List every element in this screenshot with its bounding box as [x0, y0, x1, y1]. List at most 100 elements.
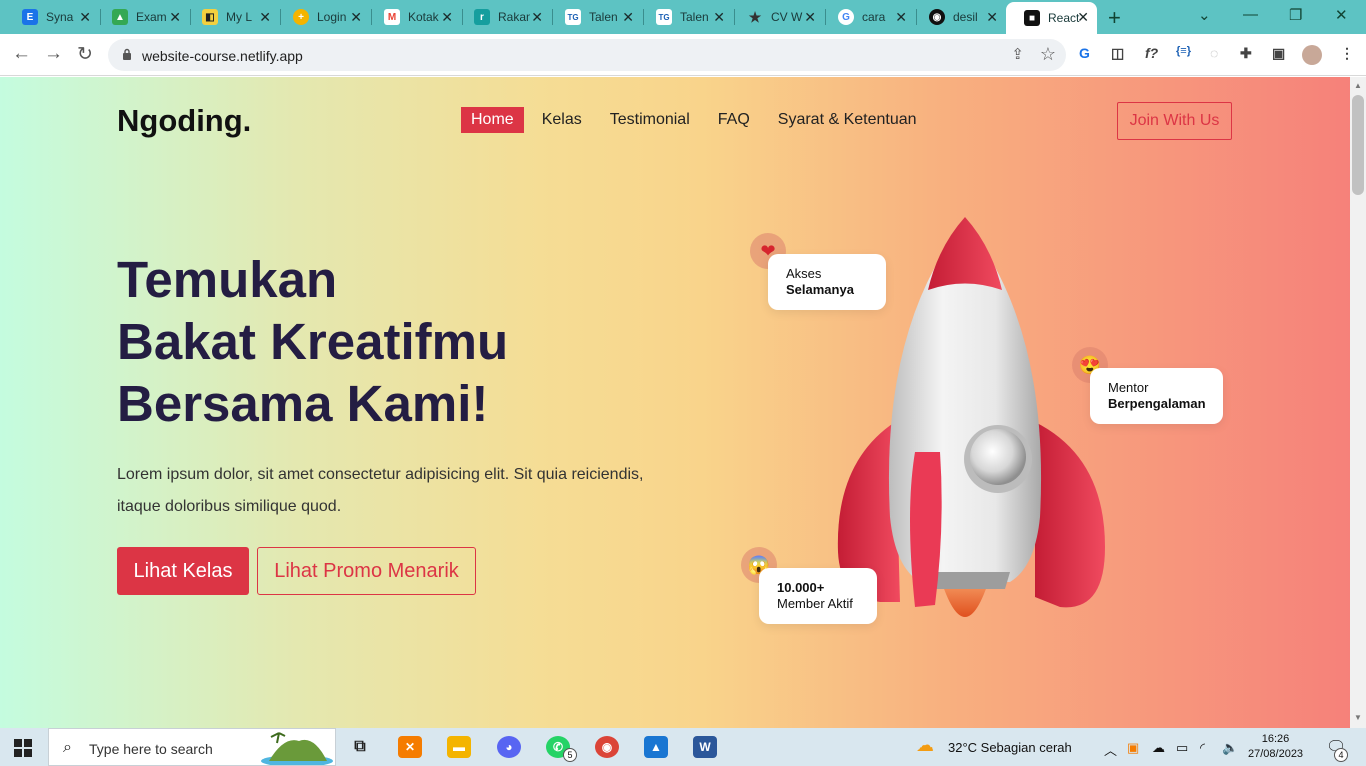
close-icon[interactable]: ✕ [79, 9, 91, 26]
json-viewer-icon[interactable]: {≡} [1176, 45, 1191, 57]
window-close-icon[interactable]: ✕ [1335, 6, 1348, 24]
task-view-icon[interactable]: ⧉ [348, 736, 372, 758]
back-icon[interactable]: ← [12, 43, 31, 65]
nav-testimonial[interactable]: Testimonial [610, 111, 690, 129]
browser-tab[interactable]: + Login ✕ [275, 2, 370, 32]
tab-title: My L [226, 10, 253, 24]
browser-tab-strip: E Syna ✕ ▲ Exam ✕ ◧ My L ✕ + Login ✕ M K… [0, 0, 1366, 34]
tab-title: React [1048, 11, 1080, 25]
forward-icon[interactable]: → [44, 43, 63, 65]
react-app-icon: ■ [1024, 10, 1040, 26]
google-icon: G [838, 9, 854, 25]
scroll-up-icon[interactable]: ▲ [1354, 81, 1362, 90]
close-icon[interactable]: ✕ [169, 9, 181, 26]
tab-title: Talen [680, 10, 709, 24]
close-icon[interactable]: ✕ [622, 9, 634, 26]
close-icon[interactable]: ✕ [895, 9, 907, 26]
browser-tab[interactable]: TG Talen ✕ [638, 2, 733, 32]
close-icon[interactable]: ✕ [350, 9, 362, 26]
browser-tab[interactable]: E Syna ✕ [4, 2, 99, 32]
nav-kelas[interactable]: Kelas [542, 111, 582, 129]
close-icon[interactable]: ✕ [441, 9, 453, 26]
browser-tab[interactable]: TG Talen ✕ [547, 2, 642, 32]
badge-member-aktif: 10.000+ Member Aktif [759, 568, 877, 624]
scrollbar-thumb[interactable] [1352, 95, 1364, 195]
menu-kebab-icon[interactable]: ⋮ [1340, 45, 1354, 62]
github-icon: ◉ [929, 9, 945, 25]
chrome-icon[interactable]: ◉ [595, 736, 619, 758]
word-icon[interactable]: W [693, 736, 717, 758]
hero-title: Temukan Bakat Kreatifmu Bersama Kami! [117, 249, 508, 435]
browser-tab[interactable]: r Rakam ✕ [456, 2, 551, 32]
scroll-down-icon[interactable]: ▼ [1354, 713, 1362, 722]
hero-title-line: Temukan [117, 251, 338, 308]
talent-icon: TG [656, 9, 672, 25]
close-icon[interactable]: ✕ [1077, 9, 1089, 26]
browser-tab[interactable]: ◉ desil ✕ [911, 2, 1006, 32]
photos-icon[interactable]: ▲ [644, 736, 668, 758]
reload-icon[interactable]: ↻ [77, 43, 93, 66]
address-bar[interactable]: website-course.netlify.app ⇪ ☆ [108, 39, 1066, 71]
badge-mentor-berpengalaman: Mentor Berpengalaman [1090, 368, 1223, 424]
browser-tab-active[interactable]: ■ React ✕ [1006, 2, 1097, 34]
browser-tab[interactable]: ▲ Exam ✕ [94, 2, 189, 32]
side-panel-icon[interactable]: ▣ [1272, 45, 1285, 62]
new-tab-icon[interactable]: + [1108, 5, 1121, 31]
badge-line: Akses [786, 266, 822, 281]
close-icon[interactable]: ✕ [986, 9, 998, 26]
xampp-tray-icon[interactable]: ▣ [1127, 740, 1139, 756]
reader-mode-icon[interactable]: ◫ [1111, 45, 1124, 62]
close-icon[interactable]: ✕ [804, 9, 816, 26]
lihat-promo-button[interactable]: Lihat Promo Menarik [257, 547, 476, 595]
windows-start-icon[interactable] [14, 739, 32, 757]
badge-line: Member Aktif [777, 596, 853, 611]
hero-title-line: Bakat Kreatifmu [117, 313, 509, 370]
join-button[interactable]: Join With Us [1117, 102, 1232, 140]
weather-text[interactable]: 32°C Sebagian cerah [948, 740, 1072, 755]
nav-syarat-ketentuan[interactable]: Syarat & Ketentuan [778, 111, 917, 129]
tab-search-icon[interactable]: ⌄ [1198, 6, 1211, 24]
close-icon[interactable]: ✕ [259, 9, 271, 26]
notebook-icon: ◧ [202, 9, 218, 25]
nav-faq[interactable]: FAQ [718, 111, 750, 129]
close-icon[interactable]: ✕ [531, 9, 543, 26]
tab-title: Login [317, 10, 347, 24]
lihat-kelas-button[interactable]: Lihat Kelas [117, 547, 249, 595]
notification-count: 4 [1334, 748, 1348, 762]
formula-icon[interactable]: f? [1145, 45, 1158, 61]
profile-avatar[interactable] [1302, 45, 1322, 65]
onedrive-icon[interactable]: ☁ [1152, 740, 1165, 756]
xampp-icon[interactable]: ✕ [398, 736, 422, 758]
volume-icon[interactable]: 🔈 [1222, 740, 1238, 756]
discord-icon[interactable]: ◕ [497, 736, 521, 758]
clock-date: 27/08/2023 [1248, 748, 1304, 760]
whatsapp-badge: 5 [563, 748, 577, 762]
browser-tab[interactable]: ◧ My L ✕ [184, 2, 279, 32]
bookmark-star-icon[interactable]: ☆ [1040, 44, 1056, 65]
file-explorer-icon[interactable]: ▬ [447, 736, 471, 758]
tab-title: CV W [771, 10, 803, 24]
puzzle-extensions-icon[interactable]: ✚ [1240, 45, 1252, 62]
battery-icon[interactable]: ▭ [1176, 740, 1188, 756]
wifi-icon[interactable]: ◜ [1200, 740, 1205, 756]
browser-tab[interactable]: M Kotak ✕ [366, 2, 461, 32]
maximize-icon[interactable]: ❐ [1289, 6, 1302, 24]
show-hidden-icons-icon[interactable]: ︿ [1104, 740, 1117, 759]
extension-icon[interactable]: ◌ [1210, 45, 1218, 61]
site-logo[interactable]: Ngoding. [117, 103, 251, 139]
badge-line: Mentor [1108, 380, 1149, 395]
browser-tab[interactable]: ★ CV W ✕ [729, 2, 824, 32]
minimize-icon[interactable]: — [1243, 6, 1258, 23]
browser-tab[interactable]: G cara ✕ [820, 2, 915, 32]
close-icon[interactable]: ✕ [713, 9, 725, 26]
share-icon[interactable]: ⇪ [1011, 45, 1024, 63]
translate-icon[interactable]: G [1079, 45, 1090, 61]
taskbar-clock[interactable]: 16:26 27/08/2023 [1248, 732, 1303, 762]
badge-line-bold: Berpengalaman [1108, 396, 1206, 411]
badge-line-bold: 10.000+ [777, 580, 825, 595]
nav-home[interactable]: Home [461, 107, 524, 133]
search-highlight-island-icon [261, 732, 333, 765]
taskbar-search[interactable]: ⌕ Type here to search [48, 728, 336, 766]
star-icon: ★ [748, 8, 762, 25]
page-scrollbar[interactable]: ▲ ▼ [1350, 77, 1366, 728]
